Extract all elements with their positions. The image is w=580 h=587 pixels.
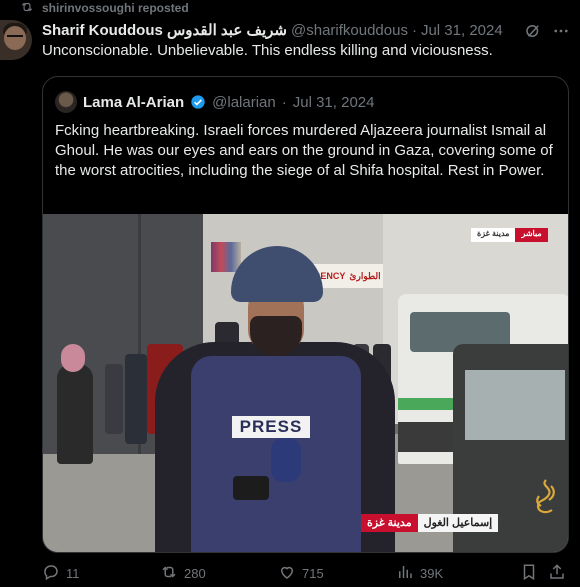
quote-header: Lama Al-Arian @lalarian · Jul 31, 2024	[55, 91, 374, 113]
repost-icon	[20, 0, 34, 17]
share-button[interactable]	[548, 563, 566, 584]
tweet-date[interactable]: Jul 31, 2024	[421, 22, 503, 39]
avatar[interactable]	[0, 20, 32, 60]
reply-count: 11	[66, 565, 80, 581]
lower-third-caption: مدينة غزة إسماعيل الغول	[361, 514, 499, 532]
quote-separator: ·	[281, 93, 287, 111]
caption-reporter: إسماعيل الغول	[417, 514, 499, 532]
quote-author-handle[interactable]: @lalarian	[212, 94, 276, 111]
like-button[interactable]: 715	[278, 563, 324, 584]
repost-count: 280	[184, 565, 206, 581]
action-bar: 11 280 715 39K	[42, 562, 569, 584]
grok-icon[interactable]	[524, 22, 542, 40]
bookmark-button[interactable]	[520, 563, 538, 584]
quote-avatar[interactable]	[55, 91, 77, 113]
quote-text: Fcking heartbreaking. Israeli forces mur…	[55, 122, 553, 179]
press-label: PRESS	[230, 414, 312, 440]
bookmark-icon	[520, 563, 538, 584]
views-count: 39K	[420, 565, 444, 581]
author-name[interactable]: Sharif Kouddous شريف عبد القدوس	[42, 21, 287, 39]
repost-button[interactable]: 280	[160, 563, 206, 584]
caption-city: مدينة غزة	[361, 514, 418, 532]
quote-author-name[interactable]: Lama Al-Arian	[83, 94, 184, 111]
author-handle[interactable]: @sharifkouddous	[291, 22, 408, 39]
microphone	[271, 438, 301, 482]
tweet-text: Unconscionable. Unbelievable. This endle…	[42, 42, 493, 59]
repost-label: shirinvossoughi reposted	[42, 1, 189, 15]
phone	[233, 476, 269, 500]
quote-date[interactable]: Jul 31, 2024	[293, 94, 375, 111]
header-separator: ·	[411, 21, 417, 39]
tweet-header: Sharif Kouddous شريف عبد القدوس @sharifk…	[42, 20, 503, 40]
reply-icon	[42, 563, 60, 584]
live-badge: مدينة غزة مباشر	[471, 228, 548, 242]
retweet-icon	[160, 563, 178, 584]
share-icon	[548, 563, 566, 584]
repost-indicator[interactable]: shirinvossoughi reposted	[20, 0, 189, 16]
aljazeera-logo	[531, 476, 561, 520]
views-icon	[396, 563, 414, 584]
like-count: 715	[302, 565, 324, 581]
reply-button[interactable]: 11	[42, 563, 80, 584]
quote-media-video[interactable]: GENCY الطوارئ PRESS مدينة غزة مباشر مدين…	[43, 214, 568, 552]
verified-icon	[190, 94, 206, 110]
views-button[interactable]: 39K	[396, 563, 443, 584]
more-icon[interactable]	[552, 22, 570, 40]
quoted-tweet[interactable]: Lama Al-Arian @lalarian · Jul 31, 2024 F…	[42, 76, 569, 553]
like-icon	[278, 563, 296, 584]
